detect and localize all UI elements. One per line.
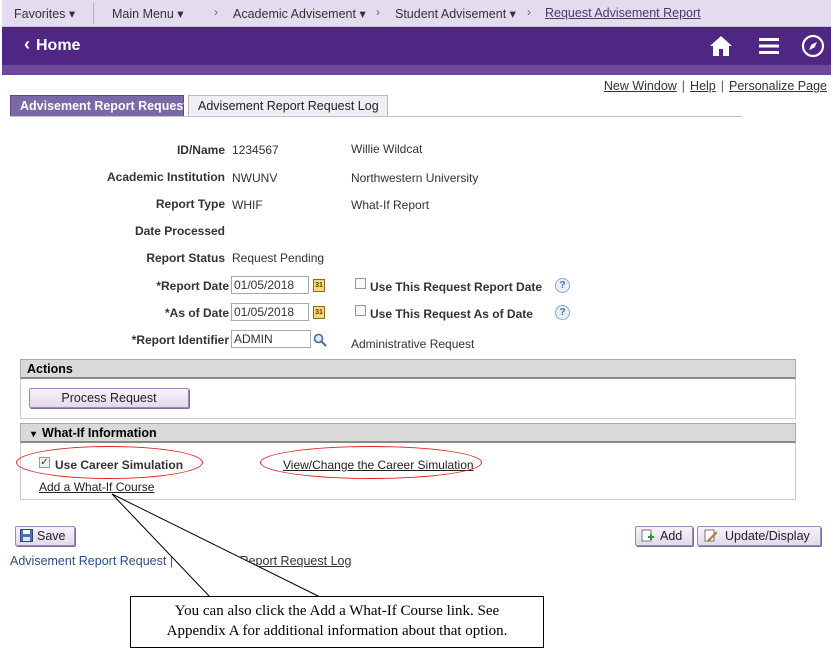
tab-advisement-report-request[interactable]: Advisement Report Request [10,95,187,117]
save-label: Save [37,529,66,543]
process-request-button[interactable]: Process Request [29,388,189,408]
help-link[interactable]: Help [690,79,716,93]
divider [93,3,94,24]
report-identifier-input[interactable]: ADMIN [231,330,311,348]
report-identifier-desc: Administrative Request [351,337,475,351]
pencil-icon [704,529,718,542]
divider: | [169,554,174,568]
tab-advisement-report-request-log[interactable]: Advisement Report Request Log [188,95,388,117]
main-menu[interactable]: Main Menu ▾ [112,6,184,21]
highlight-oval [260,446,482,479]
institution-code: NWUNV [232,171,278,185]
home-link[interactable]: ‹ Home [24,34,80,55]
report-type-name: What-If Report [351,198,430,212]
callout-line: Appendix A for additional information ab… [166,623,508,639]
header-underbar [2,65,831,75]
breadcrumb-current[interactable]: Request Advisement Report [545,6,701,20]
page-links: New Window | Help | Personalize Page [604,79,827,93]
name-value: Willie Wildcat [351,142,423,156]
breadcrumb-bar: Favorites ▾ Main Menu ▾ › Academic Advis… [2,0,831,27]
add-button[interactable]: Add [635,526,693,546]
home-icon[interactable] [708,33,734,59]
collapse-arrow-icon[interactable]: ▾ [31,429,36,440]
use-as-of-date-label: Use This Request As of Date [370,307,533,321]
tab-underline [10,116,742,117]
chevron-left-icon: ‹ [24,34,30,54]
report-type-label: Report Type [155,197,225,211]
calendar-icon[interactable]: 31 [313,279,325,292]
bottom-link-advisement-report-request[interactable]: Advisement Report Request [10,554,166,568]
date-processed-label: Date Processed [134,224,225,238]
bottom-link-report-request-log[interactable]: Report Request Log [240,554,352,568]
callout-line: You can also click the Add a What-If Cou… [174,603,500,619]
callout-box: You can also click the Add a What-If Cou… [130,596,544,648]
save-button[interactable]: Save [15,526,75,546]
highlight-oval [16,446,203,479]
id-value: 1234567 [232,143,279,157]
calendar-icon[interactable]: 31 [313,306,325,319]
favorites-menu[interactable]: Favorites ▾ [14,6,75,21]
use-report-date-checkbox[interactable] [355,278,366,289]
menu-icon[interactable] [756,33,782,59]
add-what-if-course-link[interactable]: Add a What-If Course [39,480,154,494]
academic-advisement-menu[interactable]: Academic Advisement ▾ [233,6,366,21]
report-date-input[interactable]: 01/05/2018 [231,276,309,294]
save-icon [20,529,33,542]
report-date-label: *Report Date [156,279,229,293]
what-if-header[interactable]: ▾ What-If Information [20,423,796,443]
institution-name: Northwestern University [351,171,479,185]
navbar-compass-icon[interactable] [800,33,826,59]
divider: | [681,79,686,93]
add-label: Add [660,529,683,543]
report-type-code: WHIF [232,198,263,212]
lookup-search-icon[interactable] [313,333,327,347]
bottom-links: Advisement Report Request | Report Reque… [10,554,351,568]
breadcrumb-separator: › [214,5,218,19]
app-header: ‹ Home [2,27,831,65]
id-name-label: ID/Name [176,143,225,157]
home-label: Home [36,37,81,54]
use-as-of-date-checkbox[interactable] [355,305,366,316]
report-identifier-label: *Report Identifier [131,333,229,347]
actions-header: Actions [20,359,796,379]
help-icon[interactable]: ? [555,278,570,293]
add-icon [641,529,654,542]
new-window-link[interactable]: New Window [604,79,677,93]
student-advisement-menu[interactable]: Student Advisement ▾ [395,6,516,21]
update-display-label: Update/Display [725,529,810,543]
breadcrumb-separator: › [527,5,531,19]
breadcrumb-separator: › [376,5,380,19]
report-status-value: Request Pending [232,251,325,265]
as-of-date-input[interactable]: 01/05/2018 [231,303,309,321]
institution-label: Academic Institution [106,170,225,184]
as-of-date-label: *As of Date [164,306,229,320]
update-display-button[interactable]: Update/Display [697,526,821,546]
help-icon[interactable]: ? [555,305,570,320]
personalize-page-link[interactable]: Personalize Page [729,79,827,93]
what-if-title: What-If Information [42,426,157,440]
use-report-date-label: Use This Request Report Date [370,280,543,294]
report-status-label: Report Status [146,251,225,265]
divider: | [720,79,725,93]
